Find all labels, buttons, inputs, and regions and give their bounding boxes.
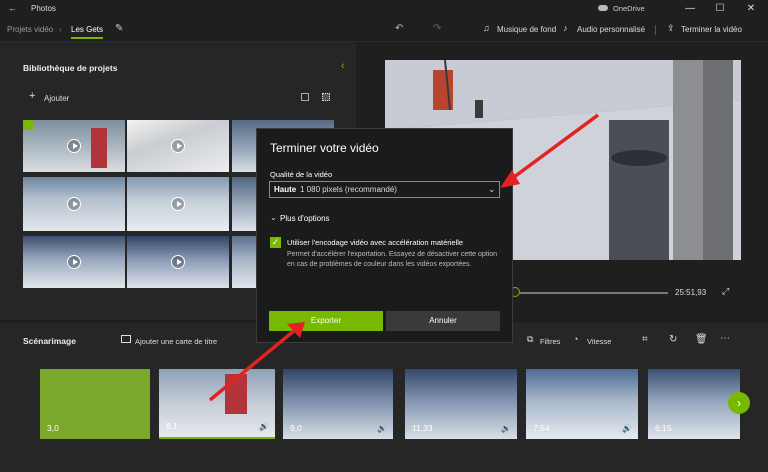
annotation-arrows [208, 113, 600, 402]
arrow-to-export [208, 328, 297, 402]
arrow-to-quality [508, 113, 600, 182]
